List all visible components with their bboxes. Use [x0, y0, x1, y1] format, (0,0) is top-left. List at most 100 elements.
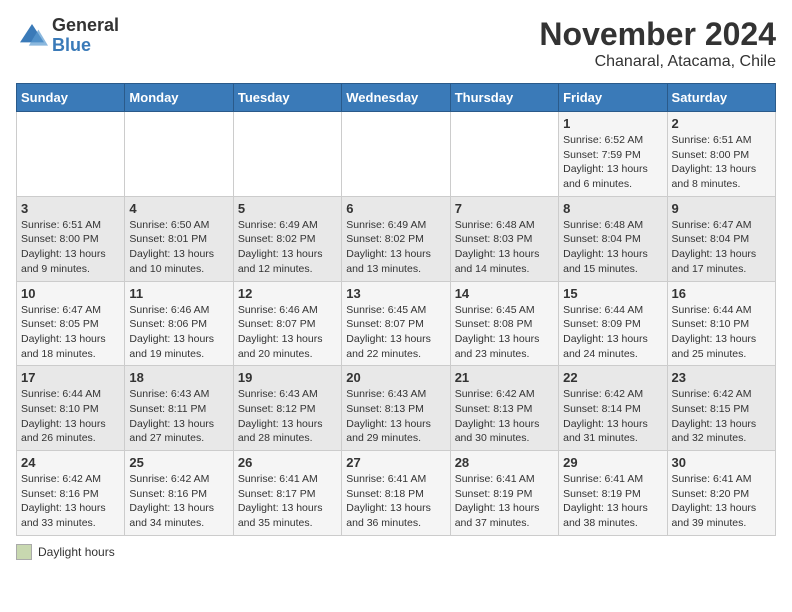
day-cell: 12Sunrise: 6:46 AM Sunset: 8:07 PM Dayli…: [233, 281, 341, 366]
day-number: 22: [563, 370, 662, 385]
calendar-body: 1Sunrise: 6:52 AM Sunset: 7:59 PM Daylig…: [17, 112, 776, 536]
day-info: Sunrise: 6:43 AM Sunset: 8:12 PM Dayligh…: [238, 387, 337, 446]
day-cell: 21 Sunrise: 6:42 AM Sunset: 8:13 PM Dayli…: [450, 366, 558, 451]
header-cell-wednesday: Wednesday: [342, 84, 450, 112]
page-subtitle: Chanaral, Atacama, Chile: [539, 53, 776, 71]
day-info: Sunrise: 6:51 AM Sunset: 8:00 PM Dayligh…: [21, 218, 120, 277]
day-cell: 24 Sunrise: 6:42 AM Sunset: 8:16 PM Dayli…: [17, 451, 125, 536]
week-row-1: 1Sunrise: 6:52 AM Sunset: 7:59 PM Daylig…: [17, 112, 776, 197]
day-cell: [125, 112, 233, 197]
day-cell: 10Sunrise: 6:47 AM Sunset: 8:05 PM Dayli…: [17, 281, 125, 366]
header-cell-friday: Friday: [559, 84, 667, 112]
day-number: 14: [455, 286, 554, 301]
day-number: 28: [455, 455, 554, 470]
day-info: Sunrise: 6:42 AM Sunset: 8:16 PM Dayligh…: [21, 472, 120, 531]
logo-general: General: [52, 16, 119, 36]
day-number: 18: [129, 370, 228, 385]
day-number: 1: [563, 116, 662, 131]
day-info: Sunrise: 6:42 AM Sunset: 8:14 PM Dayligh…: [563, 387, 662, 446]
day-cell: 30Sunrise: 6:41 AM Sunset: 8:20 PM Dayli…: [667, 451, 775, 536]
legend-box: [16, 544, 32, 560]
day-cell: 8Sunrise: 6:48 AM Sunset: 8:04 PM Daylig…: [559, 196, 667, 281]
logo-blue: Blue: [52, 36, 119, 56]
day-info: Sunrise: 6:41 AM Sunset: 8:17 PM Dayligh…: [238, 472, 337, 531]
day-cell: 18 Sunrise: 6:43 AM Sunset: 8:11 PM Dayli…: [125, 366, 233, 451]
header-cell-sunday: Sunday: [17, 84, 125, 112]
day-number: 25: [129, 455, 228, 470]
logo-icon: [16, 20, 48, 52]
day-cell: 15 Sunrise: 6:44 AM Sunset: 8:09 PM Dayli…: [559, 281, 667, 366]
day-info: Sunrise: 6:47 AM Sunset: 8:05 PM Dayligh…: [21, 303, 120, 362]
day-info: Sunrise: 6:51 AM Sunset: 8:00 PM Dayligh…: [672, 133, 771, 192]
day-cell: 23 Sunrise: 6:42 AM Sunset: 8:15 PM Dayli…: [667, 366, 775, 451]
day-cell: 17Sunrise: 6:44 AM Sunset: 8:10 PM Dayli…: [17, 366, 125, 451]
day-cell: 7Sunrise: 6:48 AM Sunset: 8:03 PM Daylig…: [450, 196, 558, 281]
day-number: 2: [672, 116, 771, 131]
day-cell: 13Sunrise: 6:45 AM Sunset: 8:07 PM Dayli…: [342, 281, 450, 366]
day-number: 20: [346, 370, 445, 385]
day-number: 27: [346, 455, 445, 470]
day-cell: 3 Sunrise: 6:51 AM Sunset: 8:00 PM Daylig…: [17, 196, 125, 281]
header-cell-tuesday: Tuesday: [233, 84, 341, 112]
header-row: SundayMondayTuesdayWednesdayThursdayFrid…: [17, 84, 776, 112]
day-info: Sunrise: 6:44 AM Sunset: 8:09 PM Dayligh…: [563, 303, 662, 362]
day-info: Sunrise: 6:47 AM Sunset: 8:04 PM Dayligh…: [672, 218, 771, 277]
day-number: 7: [455, 201, 554, 216]
week-row-2: 3 Sunrise: 6:51 AM Sunset: 8:00 PM Daylig…: [17, 196, 776, 281]
day-cell: 25Sunrise: 6:42 AM Sunset: 8:16 PM Dayli…: [125, 451, 233, 536]
day-number: 26: [238, 455, 337, 470]
day-cell: [342, 112, 450, 197]
day-number: 6: [346, 201, 445, 216]
day-info: Sunrise: 6:41 AM Sunset: 8:19 PM Dayligh…: [563, 472, 662, 531]
title-block: November 2024 Chanaral, Atacama, Chile: [539, 16, 776, 71]
calendar-header: SundayMondayTuesdayWednesdayThursdayFrid…: [17, 84, 776, 112]
day-number: 15: [563, 286, 662, 301]
day-cell: 5 Sunrise: 6:49 AM Sunset: 8:02 PM Daylig…: [233, 196, 341, 281]
day-cell: 14Sunrise: 6:45 AM Sunset: 8:08 PM Dayli…: [450, 281, 558, 366]
day-cell: 16 Sunrise: 6:44 AM Sunset: 8:10 PM Dayli…: [667, 281, 775, 366]
day-cell: 4Sunrise: 6:50 AM Sunset: 8:01 PM Daylig…: [125, 196, 233, 281]
week-row-5: 24 Sunrise: 6:42 AM Sunset: 8:16 PM Dayli…: [17, 451, 776, 536]
day-number: 16: [672, 286, 771, 301]
week-row-3: 10Sunrise: 6:47 AM Sunset: 8:05 PM Dayli…: [17, 281, 776, 366]
logo-text: General Blue: [52, 16, 119, 56]
day-info: Sunrise: 6:41 AM Sunset: 8:18 PM Dayligh…: [346, 472, 445, 531]
header-cell-monday: Monday: [125, 84, 233, 112]
day-number: 17: [21, 370, 120, 385]
day-number: 21: [455, 370, 554, 385]
day-cell: 29 Sunrise: 6:41 AM Sunset: 8:19 PM Dayli…: [559, 451, 667, 536]
day-cell: 20 Sunrise: 6:43 AM Sunset: 8:13 PM Dayli…: [342, 366, 450, 451]
day-cell: 9 Sunrise: 6:47 AM Sunset: 8:04 PM Daylig…: [667, 196, 775, 281]
day-info: Sunrise: 6:50 AM Sunset: 8:01 PM Dayligh…: [129, 218, 228, 277]
day-info: Sunrise: 6:49 AM Sunset: 8:02 PM Dayligh…: [346, 218, 445, 277]
day-info: Sunrise: 6:41 AM Sunset: 8:19 PM Dayligh…: [455, 472, 554, 531]
day-info: Sunrise: 6:43 AM Sunset: 8:11 PM Dayligh…: [129, 387, 228, 446]
day-info: Sunrise: 6:49 AM Sunset: 8:02 PM Dayligh…: [238, 218, 337, 277]
day-info: Sunrise: 6:43 AM Sunset: 8:13 PM Dayligh…: [346, 387, 445, 446]
day-cell: [17, 112, 125, 197]
day-number: 5: [238, 201, 337, 216]
day-info: Sunrise: 6:44 AM Sunset: 8:10 PM Dayligh…: [672, 303, 771, 362]
day-number: 29: [563, 455, 662, 470]
day-cell: 1Sunrise: 6:52 AM Sunset: 7:59 PM Daylig…: [559, 112, 667, 197]
day-cell: [450, 112, 558, 197]
day-cell: [233, 112, 341, 197]
day-info: Sunrise: 6:42 AM Sunset: 8:15 PM Dayligh…: [672, 387, 771, 446]
header-cell-saturday: Saturday: [667, 84, 775, 112]
day-number: 23: [672, 370, 771, 385]
day-info: Sunrise: 6:46 AM Sunset: 8:06 PM Dayligh…: [129, 303, 228, 362]
legend: Daylight hours: [16, 544, 776, 560]
day-number: 3: [21, 201, 120, 216]
day-number: 9: [672, 201, 771, 216]
header-cell-thursday: Thursday: [450, 84, 558, 112]
day-info: Sunrise: 6:42 AM Sunset: 8:13 PM Dayligh…: [455, 387, 554, 446]
day-cell: 26 Sunrise: 6:41 AM Sunset: 8:17 PM Dayli…: [233, 451, 341, 536]
day-cell: 2 Sunrise: 6:51 AM Sunset: 8:00 PM Daylig…: [667, 112, 775, 197]
day-cell: 27 Sunrise: 6:41 AM Sunset: 8:18 PM Dayli…: [342, 451, 450, 536]
page-header: General Blue November 2024 Chanaral, Ata…: [16, 16, 776, 71]
day-number: 24: [21, 455, 120, 470]
legend-label: Daylight hours: [38, 545, 115, 559]
day-cell: 19Sunrise: 6:43 AM Sunset: 8:12 PM Dayli…: [233, 366, 341, 451]
day-number: 8: [563, 201, 662, 216]
day-number: 11: [129, 286, 228, 301]
